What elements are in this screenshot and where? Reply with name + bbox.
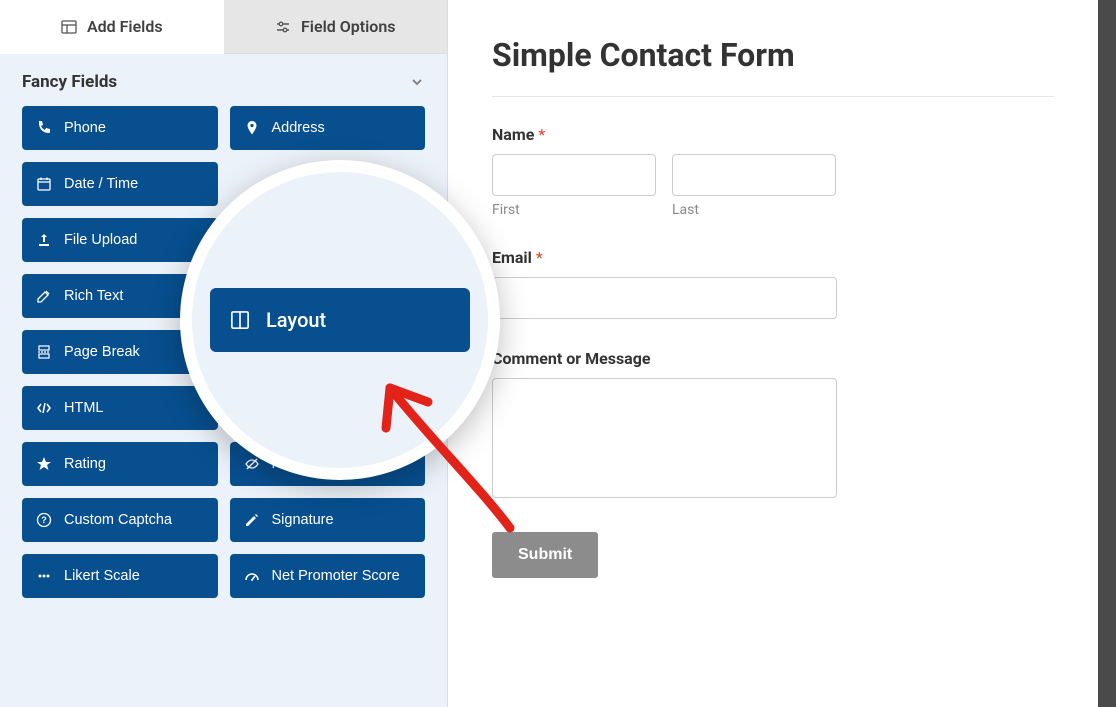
- field-comment: Comment or Message: [492, 349, 1054, 502]
- tab-add-fields[interactable]: Add Fields: [0, 0, 224, 54]
- field-email: Email *: [492, 248, 1054, 319]
- field-html[interactable]: HTML: [22, 386, 218, 430]
- field-label: Custom Captcha: [64, 512, 172, 528]
- chevron-down-icon: [409, 74, 425, 90]
- field-label: File Upload: [64, 232, 137, 248]
- field-label: Rating: [64, 456, 106, 472]
- tab-label: Field Options: [301, 17, 395, 36]
- field-label: Signature: [272, 512, 334, 528]
- star-icon: [36, 456, 52, 472]
- first-name-input[interactable]: [492, 154, 656, 196]
- sliders-icon: [275, 19, 291, 35]
- field-label: Address: [272, 120, 325, 136]
- form-title: Simple Contact Form: [492, 36, 1054, 97]
- field-custom-captcha[interactable]: ? Custom Captcha: [22, 498, 218, 542]
- field-label: Page Break: [64, 344, 140, 360]
- comment-label: Comment or Message: [492, 349, 1054, 368]
- field-label: Date / Time: [64, 176, 138, 192]
- magnifier-callout: Layout: [180, 160, 500, 480]
- field-label: Layout: [266, 308, 326, 332]
- required-mark: *: [538, 125, 545, 144]
- svg-text:?: ?: [41, 515, 47, 525]
- first-sublabel: First: [492, 202, 656, 218]
- field-name: Name * First Last: [492, 125, 1054, 218]
- question-icon: ?: [36, 512, 52, 528]
- field-rating[interactable]: Rating: [22, 442, 218, 486]
- code-icon: [36, 400, 52, 416]
- field-label: Phone: [64, 120, 106, 136]
- calendar-icon: [36, 176, 52, 192]
- field-label: HTML: [64, 400, 103, 416]
- field-nps[interactable]: Net Promoter Score: [230, 554, 426, 598]
- form-icon: [61, 19, 77, 35]
- required-mark: *: [536, 248, 543, 267]
- preview-pane: Simple Contact Form Name * First Last: [448, 0, 1116, 707]
- field-phone[interactable]: Phone: [22, 106, 218, 150]
- field-signature[interactable]: Signature: [230, 498, 426, 542]
- edit-icon: [36, 288, 52, 304]
- form-card: Simple Contact Form Name * First Last: [448, 0, 1098, 707]
- section-header[interactable]: Fancy Fields: [0, 54, 447, 106]
- email-input[interactable]: [492, 277, 837, 319]
- field-address[interactable]: Address: [230, 106, 426, 150]
- field-label: Likert Scale: [64, 568, 140, 584]
- field-label: Net Promoter Score: [272, 568, 400, 584]
- page-break-icon: [36, 344, 52, 360]
- phone-icon: [36, 120, 52, 136]
- last-sublabel: Last: [672, 202, 836, 218]
- gauge-icon: [244, 568, 260, 584]
- field-layout[interactable]: Layout: [210, 288, 470, 352]
- layout-icon: [230, 310, 250, 330]
- dots-icon: [36, 568, 52, 584]
- label-text: Email: [492, 248, 532, 267]
- tab-label: Add Fields: [87, 17, 163, 36]
- submit-button[interactable]: Submit: [492, 532, 598, 578]
- field-datetime[interactable]: Date / Time: [22, 162, 218, 206]
- pin-icon: [244, 120, 260, 136]
- upload-icon: [36, 232, 52, 248]
- pencil-icon: [244, 512, 260, 528]
- tab-field-options[interactable]: Field Options: [224, 0, 448, 54]
- field-likert[interactable]: Likert Scale: [22, 554, 218, 598]
- field-label: Rich Text: [64, 288, 123, 304]
- label-text: Name: [492, 125, 534, 144]
- field-file-upload[interactable]: File Upload: [22, 218, 218, 262]
- name-label: Name *: [492, 125, 1054, 144]
- section-title: Fancy Fields: [22, 72, 117, 92]
- tabs: Add Fields Field Options: [0, 0, 447, 54]
- eye-off-icon: [244, 456, 260, 472]
- last-name-input[interactable]: [672, 154, 836, 196]
- comment-textarea[interactable]: [492, 378, 837, 498]
- submit-label: Submit: [518, 546, 572, 563]
- email-label: Email *: [492, 248, 1054, 267]
